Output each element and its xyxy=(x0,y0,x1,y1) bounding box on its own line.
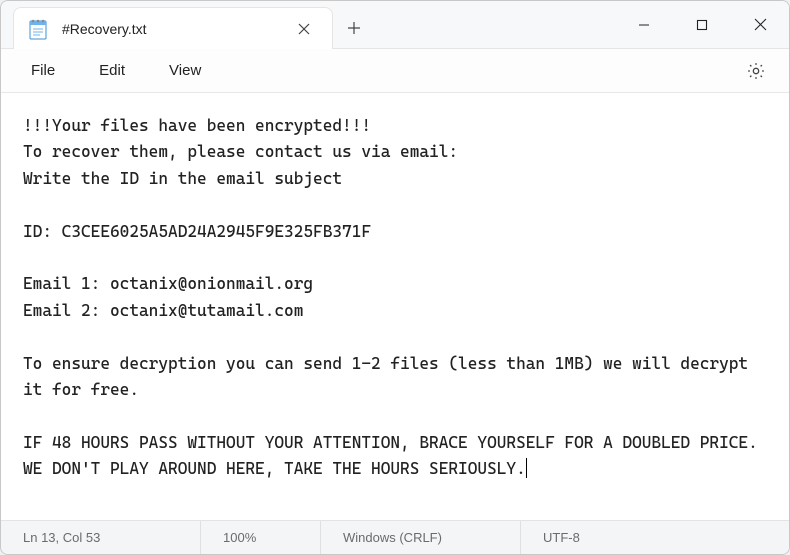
text-caret xyxy=(526,458,527,478)
editor-content[interactable]: !!!Your files have been encrypted!!! To … xyxy=(1,93,789,520)
text-line: To ensure decryption you can send 1-2 fi… xyxy=(23,354,758,399)
titlebar-drag-area[interactable] xyxy=(375,1,615,48)
close-icon xyxy=(298,23,310,35)
status-encoding[interactable]: UTF-8 xyxy=(521,521,661,554)
settings-button[interactable] xyxy=(737,52,775,90)
menu-edit[interactable]: Edit xyxy=(77,56,147,85)
menu-file[interactable]: File xyxy=(9,56,77,85)
document-tab[interactable]: #Recovery.txt xyxy=(13,7,333,49)
text-line: Email 1: octanix@onionmail.org xyxy=(23,274,313,293)
gear-icon xyxy=(746,61,766,81)
notepad-icon xyxy=(28,18,48,40)
status-zoom[interactable]: 100% xyxy=(201,521,321,554)
window-controls xyxy=(615,1,789,48)
titlebar: #Recovery.txt xyxy=(1,1,789,49)
minimize-icon xyxy=(638,19,650,31)
text-line: !!!Your files have been encrypted!!! xyxy=(23,116,371,135)
status-line-ending[interactable]: Windows (CRLF) xyxy=(321,521,521,554)
status-position[interactable]: Ln 13, Col 53 xyxy=(1,521,201,554)
statusbar: Ln 13, Col 53 100% Windows (CRLF) UTF-8 xyxy=(1,520,789,554)
text-line: Write the ID in the email subject xyxy=(23,169,342,188)
text-line: To recover them, please contact us via e… xyxy=(23,142,458,161)
close-tab-button[interactable] xyxy=(290,15,318,43)
text-line: Email 2: octanix@tutamail.com xyxy=(23,301,303,320)
new-tab-button[interactable] xyxy=(333,7,375,48)
tab-title: #Recovery.txt xyxy=(62,21,290,37)
close-window-button[interactable] xyxy=(731,1,789,48)
maximize-button[interactable] xyxy=(673,1,731,48)
minimize-button[interactable] xyxy=(615,1,673,48)
text-line: IF 48 HOURS PASS WITHOUT YOUR ATTENTION,… xyxy=(23,433,758,452)
notepad-window: #Recovery.txt xyxy=(0,0,790,555)
menu-view[interactable]: View xyxy=(147,56,223,85)
text-line: ID: C3CEE6025A5AD24A2945F9E325FB371F xyxy=(23,222,371,241)
plus-icon xyxy=(347,21,361,35)
menubar: File Edit View xyxy=(1,49,789,93)
close-icon xyxy=(754,18,767,31)
maximize-icon xyxy=(696,19,708,31)
text-line: WE DON'T PLAY AROUND HERE, TAKE THE HOUR… xyxy=(23,459,526,478)
